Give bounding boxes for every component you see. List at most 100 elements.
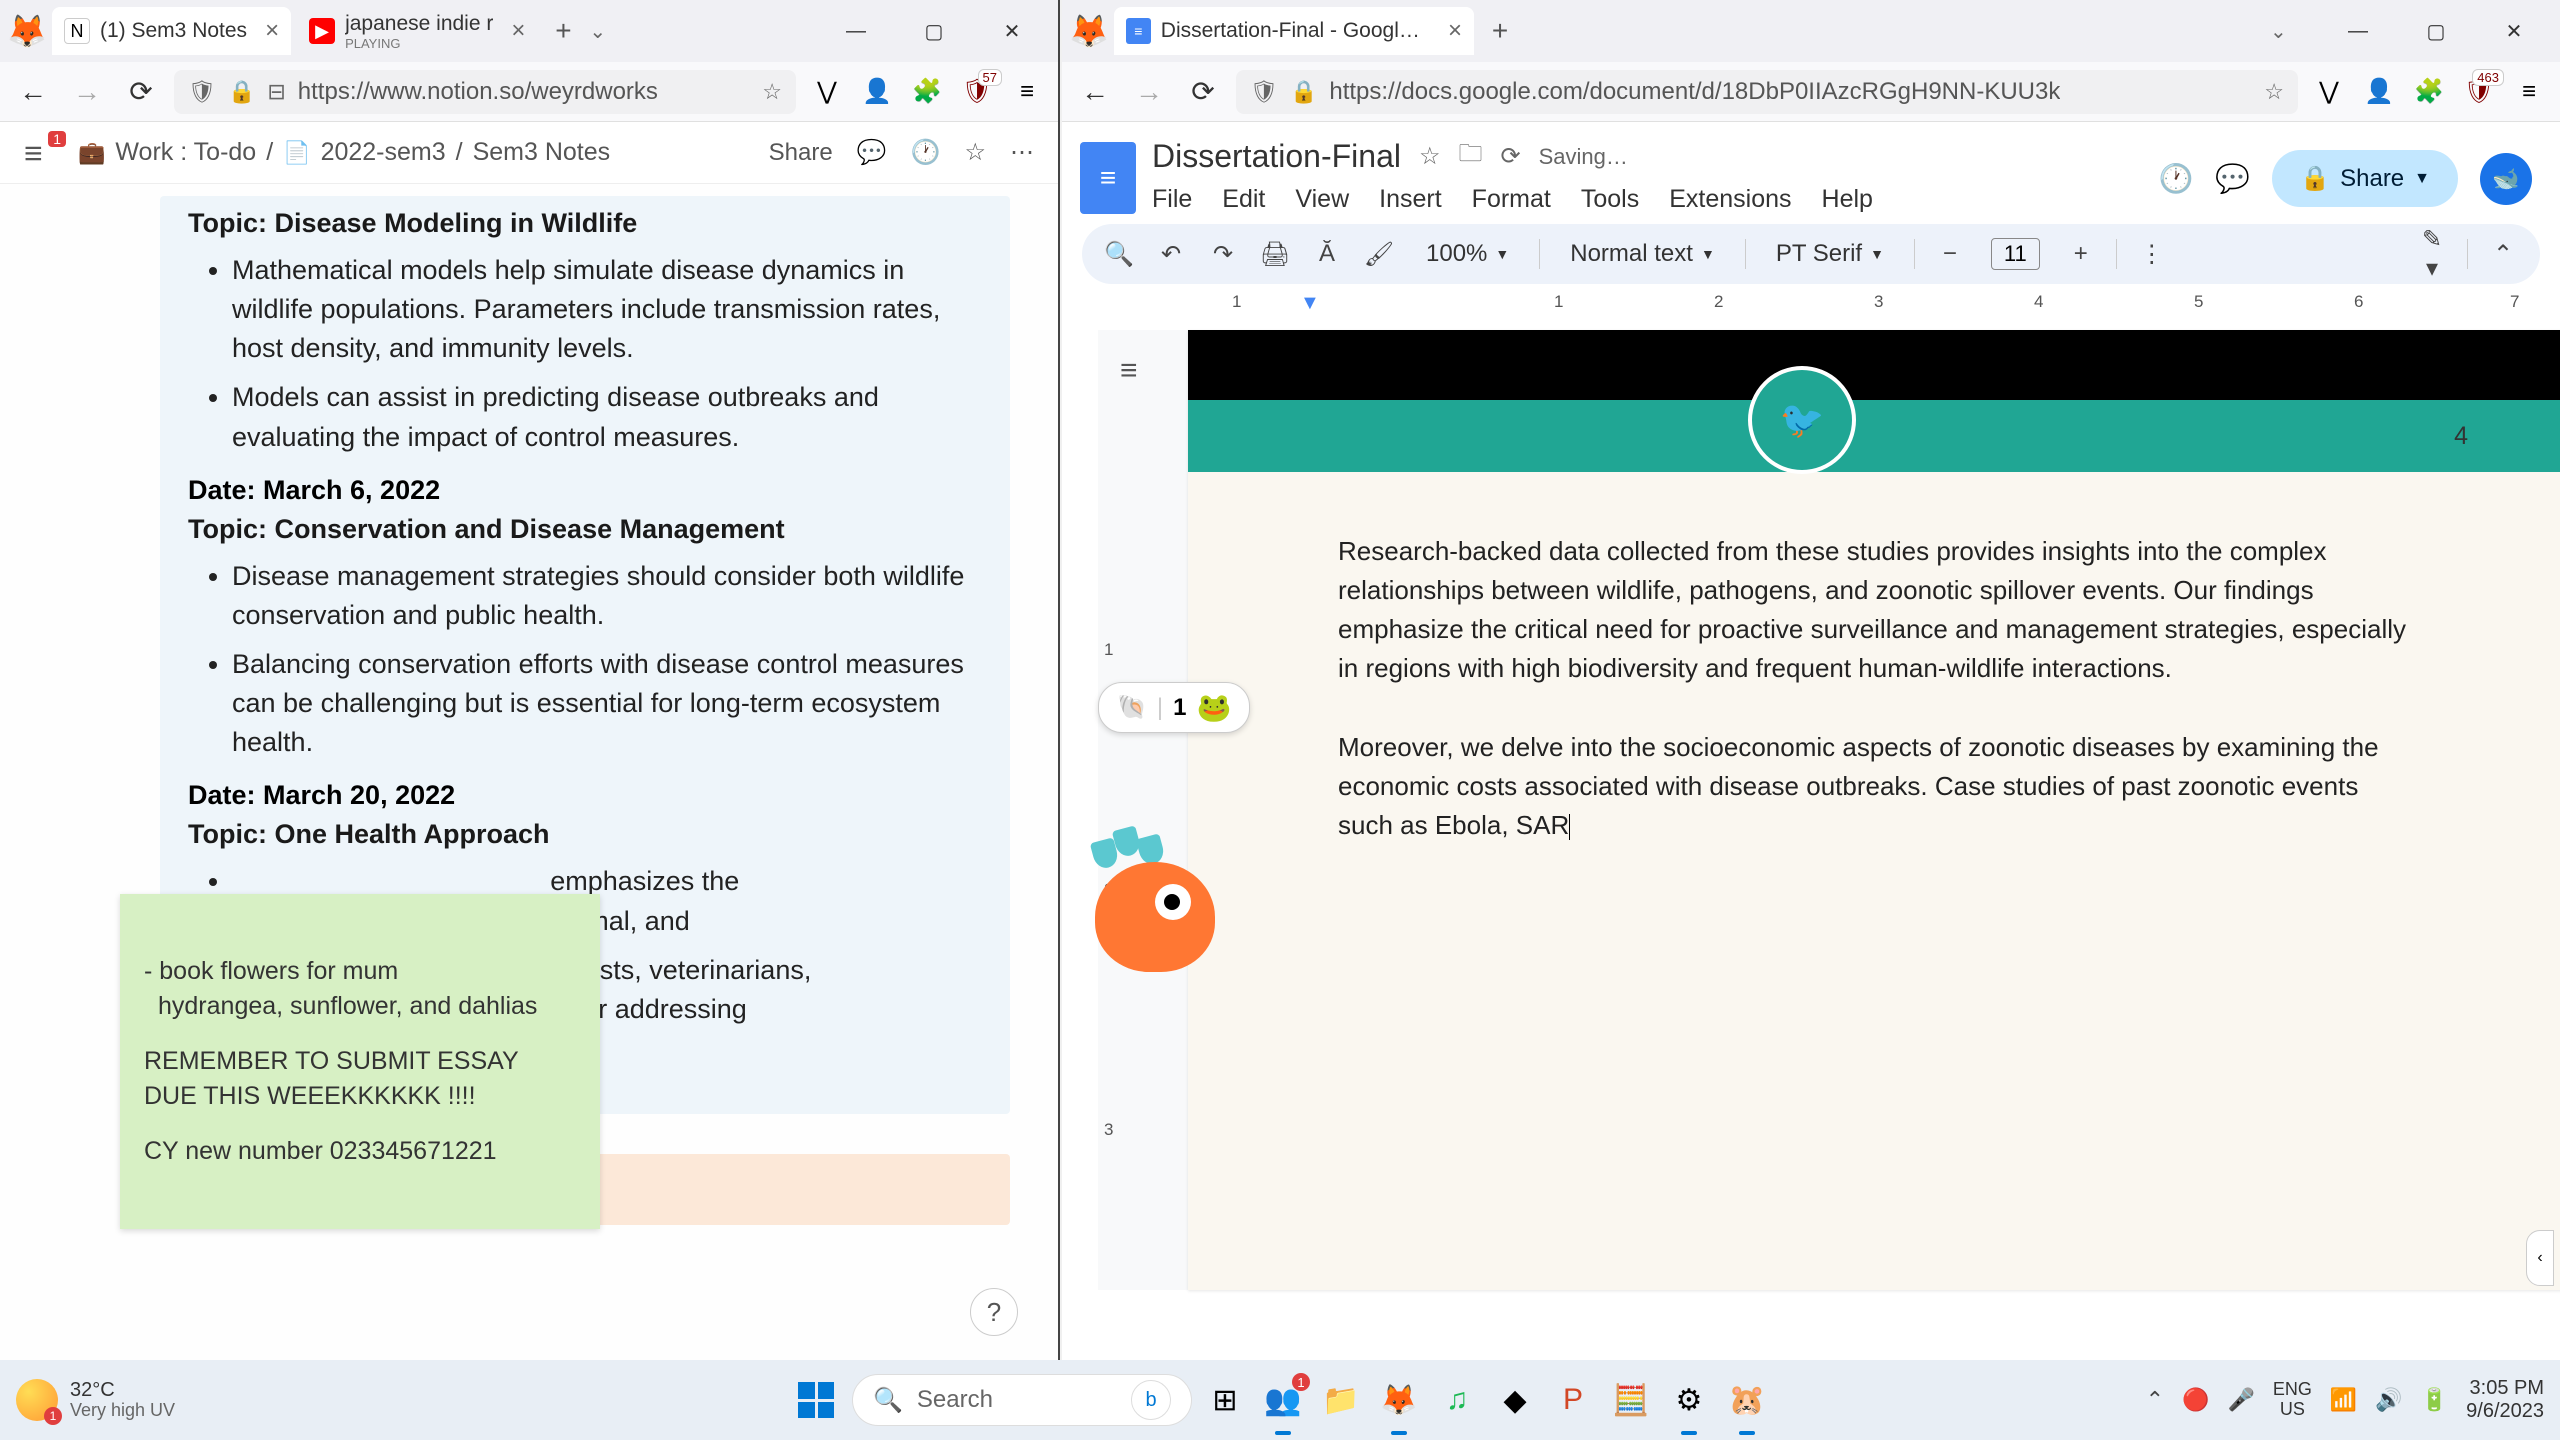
side-panel-toggle[interactable]: ‹ [2526,1230,2554,1286]
tabs-dropdown-icon[interactable]: ⌄ [2270,19,2302,44]
taskbar-app-explorer[interactable]: 📁 [1316,1375,1366,1425]
favorite-icon[interactable]: ☆ [964,138,986,167]
redo-icon[interactable]: ↷ [1206,240,1240,269]
close-button[interactable]: ✕ [974,4,1050,58]
back-button[interactable]: ← [1074,71,1116,113]
notion-sidebar-toggle[interactable]: 1 [24,135,60,171]
url-input[interactable]: 🛡 🔒 ⊟ https://www.notion.so/weyrdworks ☆ [174,70,796,114]
ublock-icon[interactable]: 🛡463 [2460,73,2498,111]
reload-button[interactable]: ⟳ [1182,71,1224,113]
firefox-icon[interactable]: 🦊 [8,12,46,50]
clock[interactable]: 3:05 PM 9/6/2023 [2466,1377,2544,1423]
menu-file[interactable]: File [1152,185,1192,214]
menu-format[interactable]: Format [1472,185,1551,214]
taskbar-app-pet[interactable]: 🐹 [1722,1375,1772,1425]
more-tools-icon[interactable]: ⋮ [2135,240,2169,269]
spellcheck-icon[interactable]: Ă [1310,240,1344,268]
list-item[interactable]: Mathematical models help simulate diseas… [232,251,982,368]
topic-heading[interactable]: Topic: One Health Approach [188,819,982,850]
topic-heading[interactable]: Topic: Conservation and Disease Manageme… [188,514,982,545]
paint-format-icon[interactable]: 🖌 [1362,240,1396,269]
minimize-button[interactable]: — [818,4,894,58]
taskbar-app-obs[interactable]: ⚙ [1664,1375,1714,1425]
history-icon[interactable]: 🕐 [2158,162,2193,195]
maximize-button[interactable]: ▢ [896,4,972,58]
virtual-pet-sprite[interactable] [1065,822,1245,1002]
new-tab-button[interactable]: + [1480,11,1520,51]
bookmark-star-icon[interactable]: ☆ [2264,79,2284,105]
tab-gdocs[interactable]: ≡ Dissertation-Final - Google Do × [1114,7,1474,55]
taskbar-search[interactable]: 🔍 Search b [852,1374,1192,1426]
shield-icon[interactable]: 🛡 [188,79,216,105]
list-item[interactable]: Models can assist in predicting disease … [232,378,982,456]
share-button[interactable]: 🔒 Share ▼ [2272,150,2458,207]
taskbar-app-calculator[interactable]: 🧮 [1606,1375,1656,1425]
minimize-button[interactable]: — [2320,4,2396,58]
menu-extensions[interactable]: Extensions [1669,185,1791,214]
breadcrumb-item[interactable]: 2022-sem3 [321,138,446,167]
back-button[interactable]: ← [12,71,54,113]
start-button[interactable] [788,1372,844,1428]
extensions-icon[interactable]: 🧩 [2410,73,2448,111]
close-icon[interactable]: × [511,17,525,45]
ublock-icon[interactable]: 🛡57 [958,73,996,111]
taskbar-app-firefox[interactable]: 🦊 [1374,1375,1424,1425]
taskbar-app-teams[interactable]: 👥1 [1258,1375,1308,1425]
share-button[interactable]: Share [769,139,833,167]
taskbar-app-obsidian[interactable]: ◆ [1490,1375,1540,1425]
paragraph[interactable]: Moreover, we delve into the socioeconomi… [1338,728,2418,845]
lock-icon[interactable]: 🔒 [228,79,255,105]
menu-view[interactable]: View [1295,185,1349,214]
zoom-select[interactable]: 100%▼ [1414,240,1521,268]
maximize-button[interactable]: ▢ [2398,4,2474,58]
taskbar-app-spotify[interactable]: ♫ [1432,1375,1482,1425]
updates-icon[interactable]: 🕐 [911,138,941,167]
tab-youtube[interactable]: ▶ japanese indie r PLAYING × [297,7,537,55]
tray-mic-icon[interactable]: 🎤 [2228,1387,2255,1413]
collapse-toolbar-icon[interactable]: ⌃ [2486,240,2520,269]
lock-icon[interactable]: 🔒 [1290,79,1317,105]
horizontal-ruler[interactable]: 1 ▼ 1 2 3 4 5 6 7 [1142,292,2560,320]
language-indicator[interactable]: ENG US [2273,1380,2312,1420]
list-item[interactable]: Disease management strategies should con… [232,557,982,635]
indent-marker-icon[interactable]: ▼ [1300,292,1320,315]
close-icon[interactable]: × [265,17,279,45]
breadcrumb-item[interactable]: Work : To-do [115,138,256,167]
close-button[interactable]: ✕ [2476,4,2552,58]
breadcrumb-item[interactable]: Sem3 Notes [473,138,611,167]
bing-icon[interactable]: b [1131,1380,1171,1420]
task-view-icon[interactable]: ⊞ [1200,1375,1250,1425]
menu-insert[interactable]: Insert [1379,185,1442,214]
new-tab-button[interactable]: + [543,11,583,51]
style-select[interactable]: Normal text▼ [1558,240,1727,268]
tabs-dropdown-icon[interactable]: ⌄ [589,19,621,44]
gdocs-logo-icon[interactable]: ≡ [1080,142,1136,214]
app-menu-icon[interactable]: ≡ [1008,73,1046,111]
undo-icon[interactable]: ↶ [1154,240,1188,269]
list-item[interactable]: Balancing conservation efforts with dise… [232,645,982,762]
volume-icon[interactable]: 🔊 [2375,1387,2402,1413]
pocket-icon[interactable]: ⋁ [808,73,846,111]
editing-mode-icon[interactable]: ✎ ▾ [2415,225,2449,283]
extensions-icon[interactable]: 🧩 [908,73,946,111]
taskbar-app-powerpoint[interactable]: P [1548,1375,1598,1425]
move-icon[interactable]: 🗀 [1458,136,1482,177]
paragraph[interactable]: Research-backed data collected from thes… [1338,532,2418,688]
weather-widget[interactable]: 1 32°C Very high UV [16,1379,175,1421]
font-select[interactable]: PT Serif▼ [1764,240,1896,268]
forward-button[interactable]: → [66,71,108,113]
battery-icon[interactable]: 🔋 [2421,1387,2448,1413]
reload-button[interactable]: ⟳ [120,71,162,113]
doc-title[interactable]: Dissertation-Final [1152,138,1401,175]
wifi-icon[interactable]: 📶 [2330,1387,2357,1413]
url-input[interactable]: 🛡 🔒 https://docs.google.com/document/d/1… [1236,70,2298,114]
sticky-note[interactable]: - book flowers for mum hydrangea, sunflo… [120,894,600,1229]
star-icon[interactable]: ☆ [1419,142,1441,171]
menu-edit[interactable]: Edit [1222,185,1265,214]
vertical-ruler[interactable]: 1 2 3 [1098,330,1130,1290]
permissions-icon[interactable]: ⊟ [267,79,285,105]
shield-icon[interactable]: 🛡 [1250,79,1278,105]
search-icon[interactable]: 🔍 [1102,240,1136,269]
date-heading[interactable]: Date: March 20, 2022 [188,780,982,811]
font-size-input[interactable]: 11 [1991,238,2040,270]
